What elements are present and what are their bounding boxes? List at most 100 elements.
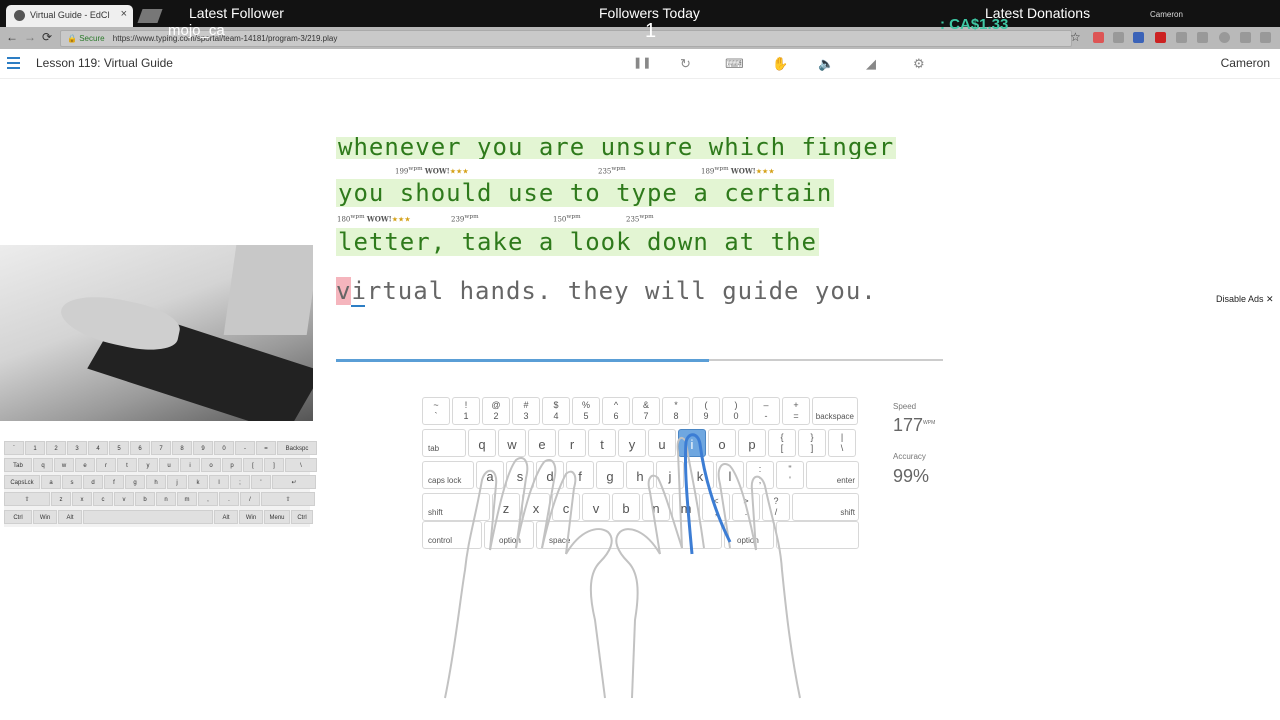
key-c[interactable]: c	[552, 493, 580, 521]
osk-key[interactable]: Win	[239, 510, 263, 524]
key-symbol[interactable]: | \	[828, 429, 856, 457]
extension-icon[interactable]	[1133, 32, 1144, 43]
key-shift-left[interactable]: shift	[422, 493, 490, 521]
osk-key[interactable]: 9	[193, 441, 213, 455]
extension-icon[interactable]	[1176, 32, 1187, 43]
key-p[interactable]: p	[738, 429, 766, 457]
key-k[interactable]: k	[686, 461, 714, 489]
osk-key[interactable]: s	[62, 475, 82, 489]
osk-key[interactable]: w	[54, 458, 74, 472]
key-h[interactable]: h	[626, 461, 654, 489]
osk-key[interactable]: ↵	[272, 475, 316, 489]
key-4[interactable]: $4	[542, 397, 570, 425]
key-w[interactable]: w	[498, 429, 526, 457]
window-user[interactable]: Cameron	[1150, 10, 1183, 19]
key-9[interactable]: (9	[692, 397, 720, 425]
key-r[interactable]: r	[558, 429, 586, 457]
tab-close-icon[interactable]: ×	[121, 8, 127, 20]
osk-key[interactable]: l	[209, 475, 229, 489]
key-l[interactable]: l	[716, 461, 744, 489]
key-x[interactable]: x	[522, 493, 550, 521]
bookmark-star-icon[interactable]: ☆	[1070, 30, 1081, 44]
key-space[interactable]: space	[536, 521, 722, 549]
osk-key[interactable]: `	[4, 441, 24, 455]
key-shift-right[interactable]: shift	[792, 493, 859, 521]
key-symbol[interactable]: :;	[746, 461, 774, 489]
settings-icon[interactable]: ⚙	[913, 56, 925, 72]
pause-icon[interactable]: ❚❚	[633, 56, 651, 69]
key-o[interactable]: o	[708, 429, 736, 457]
osk-key[interactable]: y	[138, 458, 158, 472]
key-symbol[interactable]: >.	[732, 493, 760, 521]
osk-key[interactable]: Ctrl	[4, 510, 32, 524]
osk-key[interactable]: k	[188, 475, 208, 489]
key-control[interactable]: control	[422, 521, 482, 549]
osk-key[interactable]: u	[159, 458, 179, 472]
key-d[interactable]: d	[536, 461, 564, 489]
key-1[interactable]: ! 1	[452, 397, 480, 425]
osk-key[interactable]: c	[93, 492, 113, 506]
extension-icon[interactable]	[1197, 32, 1208, 43]
key-symbol[interactable]: ? /	[762, 493, 790, 521]
key-symbol[interactable]: {[	[768, 429, 796, 457]
osk-key[interactable]: =	[256, 441, 276, 455]
osk-key[interactable]: ⇧	[4, 492, 50, 506]
osk-key[interactable]: h	[146, 475, 166, 489]
osk-key[interactable]: Menu	[264, 510, 290, 524]
key-symbol[interactable]: " '	[776, 461, 804, 489]
restart-icon[interactable]: ↻	[680, 56, 691, 72]
key-7[interactable]: & 7	[632, 397, 660, 425]
osk-key[interactable]: 5	[109, 441, 129, 455]
key-u[interactable]: u	[648, 429, 676, 457]
key-0[interactable]: ) 0	[722, 397, 750, 425]
osk-key[interactable]: v	[114, 492, 134, 506]
osk-key[interactable]: 4	[88, 441, 108, 455]
key-caps-lock[interactable]: caps lock	[422, 461, 474, 489]
osk-key[interactable]: Alt	[58, 510, 82, 524]
key-`[interactable]: ~ `	[422, 397, 450, 425]
key--[interactable]: – -	[752, 397, 780, 425]
hamburger-icon[interactable]	[7, 57, 20, 69]
key-b[interactable]: b	[612, 493, 640, 521]
osk-key[interactable]: Tab	[4, 458, 32, 472]
extension-icon[interactable]	[1113, 32, 1124, 43]
key-q[interactable]: q	[468, 429, 496, 457]
osk-key[interactable]: Win	[33, 510, 57, 524]
osk-key[interactable]: \	[285, 458, 317, 472]
osk-key[interactable]: [	[243, 458, 263, 472]
osk-key[interactable]: Alt	[214, 510, 238, 524]
osk-key[interactable]: g	[125, 475, 145, 489]
user-name[interactable]: Cameron	[1221, 56, 1270, 70]
osk-key[interactable]: 6	[130, 441, 150, 455]
osk-key[interactable]: -	[235, 441, 255, 455]
osk-key[interactable]: t	[117, 458, 137, 472]
osk-key[interactable]: 2	[46, 441, 66, 455]
osk-key[interactable]: a	[41, 475, 61, 489]
key-backspace[interactable]: backspace	[812, 397, 858, 425]
osk-key[interactable]: 8	[172, 441, 192, 455]
extension-icon[interactable]	[1093, 32, 1104, 43]
key-3[interactable]: #3	[512, 397, 540, 425]
key-t[interactable]: t	[588, 429, 616, 457]
key-blank[interactable]	[776, 521, 859, 549]
osk-key[interactable]: b	[135, 492, 155, 506]
osk-key[interactable]: Ctrl	[291, 510, 313, 524]
key-symbol[interactable]: }]	[798, 429, 826, 457]
osk-key[interactable]: 7	[151, 441, 171, 455]
osk-key[interactable]: 1	[25, 441, 45, 455]
osk-key[interactable]: f	[104, 475, 124, 489]
key-j[interactable]: j	[656, 461, 684, 489]
osk-key[interactable]: p	[222, 458, 242, 472]
osk-key[interactable]: q	[33, 458, 53, 472]
osk-key[interactable]: ⇧	[261, 492, 315, 506]
osk-key[interactable]: e	[75, 458, 95, 472]
key-v[interactable]: v	[582, 493, 610, 521]
osk-key[interactable]: x	[72, 492, 92, 506]
forward-icon[interactable]: →	[24, 30, 36, 44]
browser-menu-icon[interactable]	[1260, 32, 1271, 43]
osk-key[interactable]: /	[240, 492, 260, 506]
sound-icon[interactable]: 🔈	[818, 56, 834, 72]
new-tab-button[interactable]	[137, 9, 163, 23]
reload-icon[interactable]: ⟳	[42, 30, 52, 44]
osk-key[interactable]: r	[96, 458, 116, 472]
